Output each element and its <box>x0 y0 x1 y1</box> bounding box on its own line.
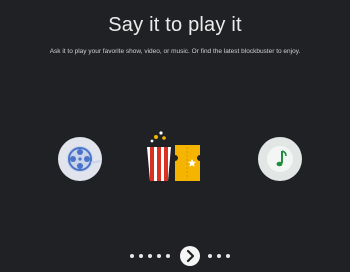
pager-dot[interactable] <box>148 254 152 258</box>
pager-dot[interactable] <box>157 254 161 258</box>
media-icons-row <box>0 125 350 185</box>
pager-dot[interactable] <box>226 254 230 258</box>
page-title: Say it to play it <box>108 14 242 36</box>
pager-dot[interactable] <box>217 254 221 258</box>
page-subtitle: Ask it to play your favorite show, video… <box>49 48 301 55</box>
pager-dot[interactable] <box>166 254 170 258</box>
film-reel-icon <box>58 137 102 181</box>
pager-dot[interactable] <box>130 254 134 258</box>
next-page-button[interactable] <box>180 246 200 266</box>
pager-dot[interactable] <box>208 254 212 258</box>
pager-dot[interactable] <box>139 254 143 258</box>
chevron-right-icon <box>186 249 195 263</box>
popcorn-ticket-icon <box>144 129 206 189</box>
onboarding-pager <box>0 246 350 266</box>
music-note-icon <box>258 137 302 181</box>
